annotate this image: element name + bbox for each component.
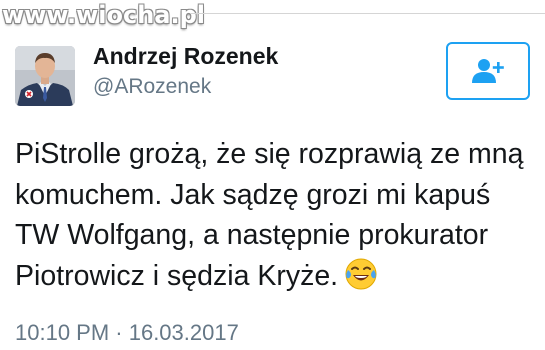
- tweet-line: komuchem. Jak sądzę grozi mi kapuś: [15, 178, 491, 211]
- add-user-icon: [472, 59, 504, 83]
- tweet-line: PiStrolle grożą, że się rozprawią ze mną: [15, 138, 524, 170]
- user-handle[interactable]: @ARozenek: [93, 73, 211, 101]
- profile-photo: [15, 46, 75, 106]
- tweet-line: TW Wolfgang, a następnie prokurator: [15, 219, 489, 251]
- tweet-line-last: Piotrowicz i sędzia Kryże.: [15, 256, 535, 297]
- tweet-text: PiStrolle grożą, że się rozprawią ze mną…: [15, 134, 535, 296]
- tears-of-joy-emoji-icon: [345, 258, 377, 289]
- top-divider: [190, 13, 545, 14]
- follow-button[interactable]: [446, 42, 530, 100]
- avatar[interactable]: [15, 46, 75, 106]
- site-watermark: www.wiocha.pl: [2, 1, 206, 29]
- tweet-line-text: Piotrowicz i sędzia Kryże.: [15, 259, 339, 292]
- display-name[interactable]: Andrzej Rozenek: [93, 41, 278, 71]
- tweet-timestamp[interactable]: 10:10 PM · 16.03.2017: [15, 319, 239, 347]
